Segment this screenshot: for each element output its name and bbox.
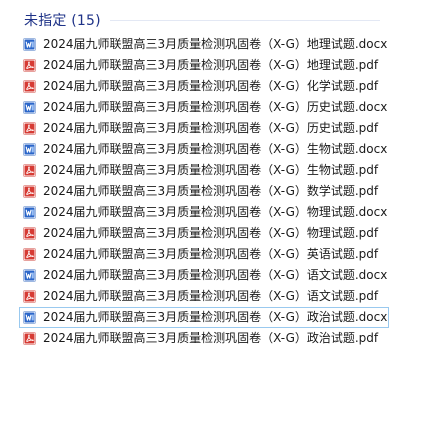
group-title[interactable]: 未指定 (15) (24, 10, 101, 30)
file-name: 2024届九师联盟高三3月质量检测巩固卷（X-G）语文试题.docx (43, 268, 388, 282)
file-name: 2024届九师联盟高三3月质量检测巩固卷（X-G）化学试题.pdf (43, 79, 379, 93)
file-list: 2024届九师联盟高三3月质量检测巩固卷（X-G）地理试题.docx 2024届九… (19, 34, 389, 349)
pdf-icon (23, 59, 43, 72)
group-divider (110, 20, 380, 21)
pdf-icon (23, 80, 43, 93)
pdf-icon (23, 248, 43, 261)
file-item[interactable]: 2024届九师联盟高三3月质量检测巩固卷（X-G）化学试题.pdf (19, 76, 389, 97)
file-item[interactable]: 2024届九师联盟高三3月质量检测巩固卷（X-G）语文试题.docx (19, 265, 389, 286)
file-item[interactable]: 2024届九师联盟高三3月质量检测巩固卷（X-G）语文试题.pdf (19, 286, 389, 307)
file-name: 2024届九师联盟高三3月质量检测巩固卷（X-G）生物试题.docx (43, 142, 388, 156)
file-item[interactable]: 2024届九师联盟高三3月质量检测巩固卷（X-G）政治试题.pdf (19, 328, 389, 349)
file-name: 2024届九师联盟高三3月质量检测巩固卷（X-G）语文试题.pdf (43, 289, 379, 303)
file-item[interactable]: 2024届九师联盟高三3月质量检测巩固卷（X-G）生物试题.docx (19, 139, 389, 160)
word-icon (23, 38, 43, 51)
file-item[interactable]: 2024届九师联盟高三3月质量检测巩固卷（X-G）地理试题.pdf (19, 55, 389, 76)
file-name: 2024届九师联盟高三3月质量检测巩固卷（X-G）政治试题.pdf (43, 331, 379, 345)
file-item[interactable]: 2024届九师联盟高三3月质量检测巩固卷（X-G）物理试题.pdf (19, 223, 389, 244)
word-icon (23, 311, 43, 324)
pdf-icon (23, 332, 43, 345)
file-item[interactable]: 2024届九师联盟高三3月质量检测巩固卷（X-G）政治试题.docx (19, 307, 389, 328)
file-name: 2024届九师联盟高三3月质量检测巩固卷（X-G）生物试题.pdf (43, 163, 379, 177)
word-icon (23, 269, 43, 282)
file-name: 2024届九师联盟高三3月质量检测巩固卷（X-G）物理试题.docx (43, 205, 388, 219)
file-item[interactable]: 2024届九师联盟高三3月质量检测巩固卷（X-G）地理试题.docx (19, 34, 389, 55)
pdf-icon (23, 227, 43, 240)
file-item[interactable]: 2024届九师联盟高三3月质量检测巩固卷（X-G）历史试题.docx (19, 97, 389, 118)
file-name: 2024届九师联盟高三3月质量检测巩固卷（X-G）英语试题.pdf (43, 247, 379, 261)
pdf-icon (23, 164, 43, 177)
file-name: 2024届九师联盟高三3月质量检测巩固卷（X-G）政治试题.docx (43, 310, 388, 324)
file-name: 2024届九师联盟高三3月质量检测巩固卷（X-G）物理试题.pdf (43, 226, 379, 240)
pdf-icon (23, 290, 43, 303)
group-header[interactable]: 未指定 (15) (24, 8, 101, 32)
file-item[interactable]: 2024届九师联盟高三3月质量检测巩固卷（X-G）物理试题.docx (19, 202, 389, 223)
word-icon (23, 101, 43, 114)
word-icon (23, 206, 43, 219)
file-item[interactable]: 2024届九师联盟高三3月质量检测巩固卷（X-G）生物试题.pdf (19, 160, 389, 181)
file-name: 2024届九师联盟高三3月质量检测巩固卷（X-G）历史试题.docx (43, 100, 388, 114)
file-item[interactable]: 2024届九师联盟高三3月质量检测巩固卷（X-G）数学试题.pdf (19, 181, 389, 202)
file-name: 2024届九师联盟高三3月质量检测巩固卷（X-G）历史试题.pdf (43, 121, 379, 135)
word-icon (23, 143, 43, 156)
file-name: 2024届九师联盟高三3月质量检测巩固卷（X-G）数学试题.pdf (43, 184, 379, 198)
file-item[interactable]: 2024届九师联盟高三3月质量检测巩固卷（X-G）英语试题.pdf (19, 244, 389, 265)
file-name: 2024届九师联盟高三3月质量检测巩固卷（X-G）地理试题.docx (43, 37, 388, 51)
file-item[interactable]: 2024届九师联盟高三3月质量检测巩固卷（X-G）历史试题.pdf (19, 118, 389, 139)
pdf-icon (23, 122, 43, 135)
file-name: 2024届九师联盟高三3月质量检测巩固卷（X-G）地理试题.pdf (43, 58, 379, 72)
pdf-icon (23, 185, 43, 198)
